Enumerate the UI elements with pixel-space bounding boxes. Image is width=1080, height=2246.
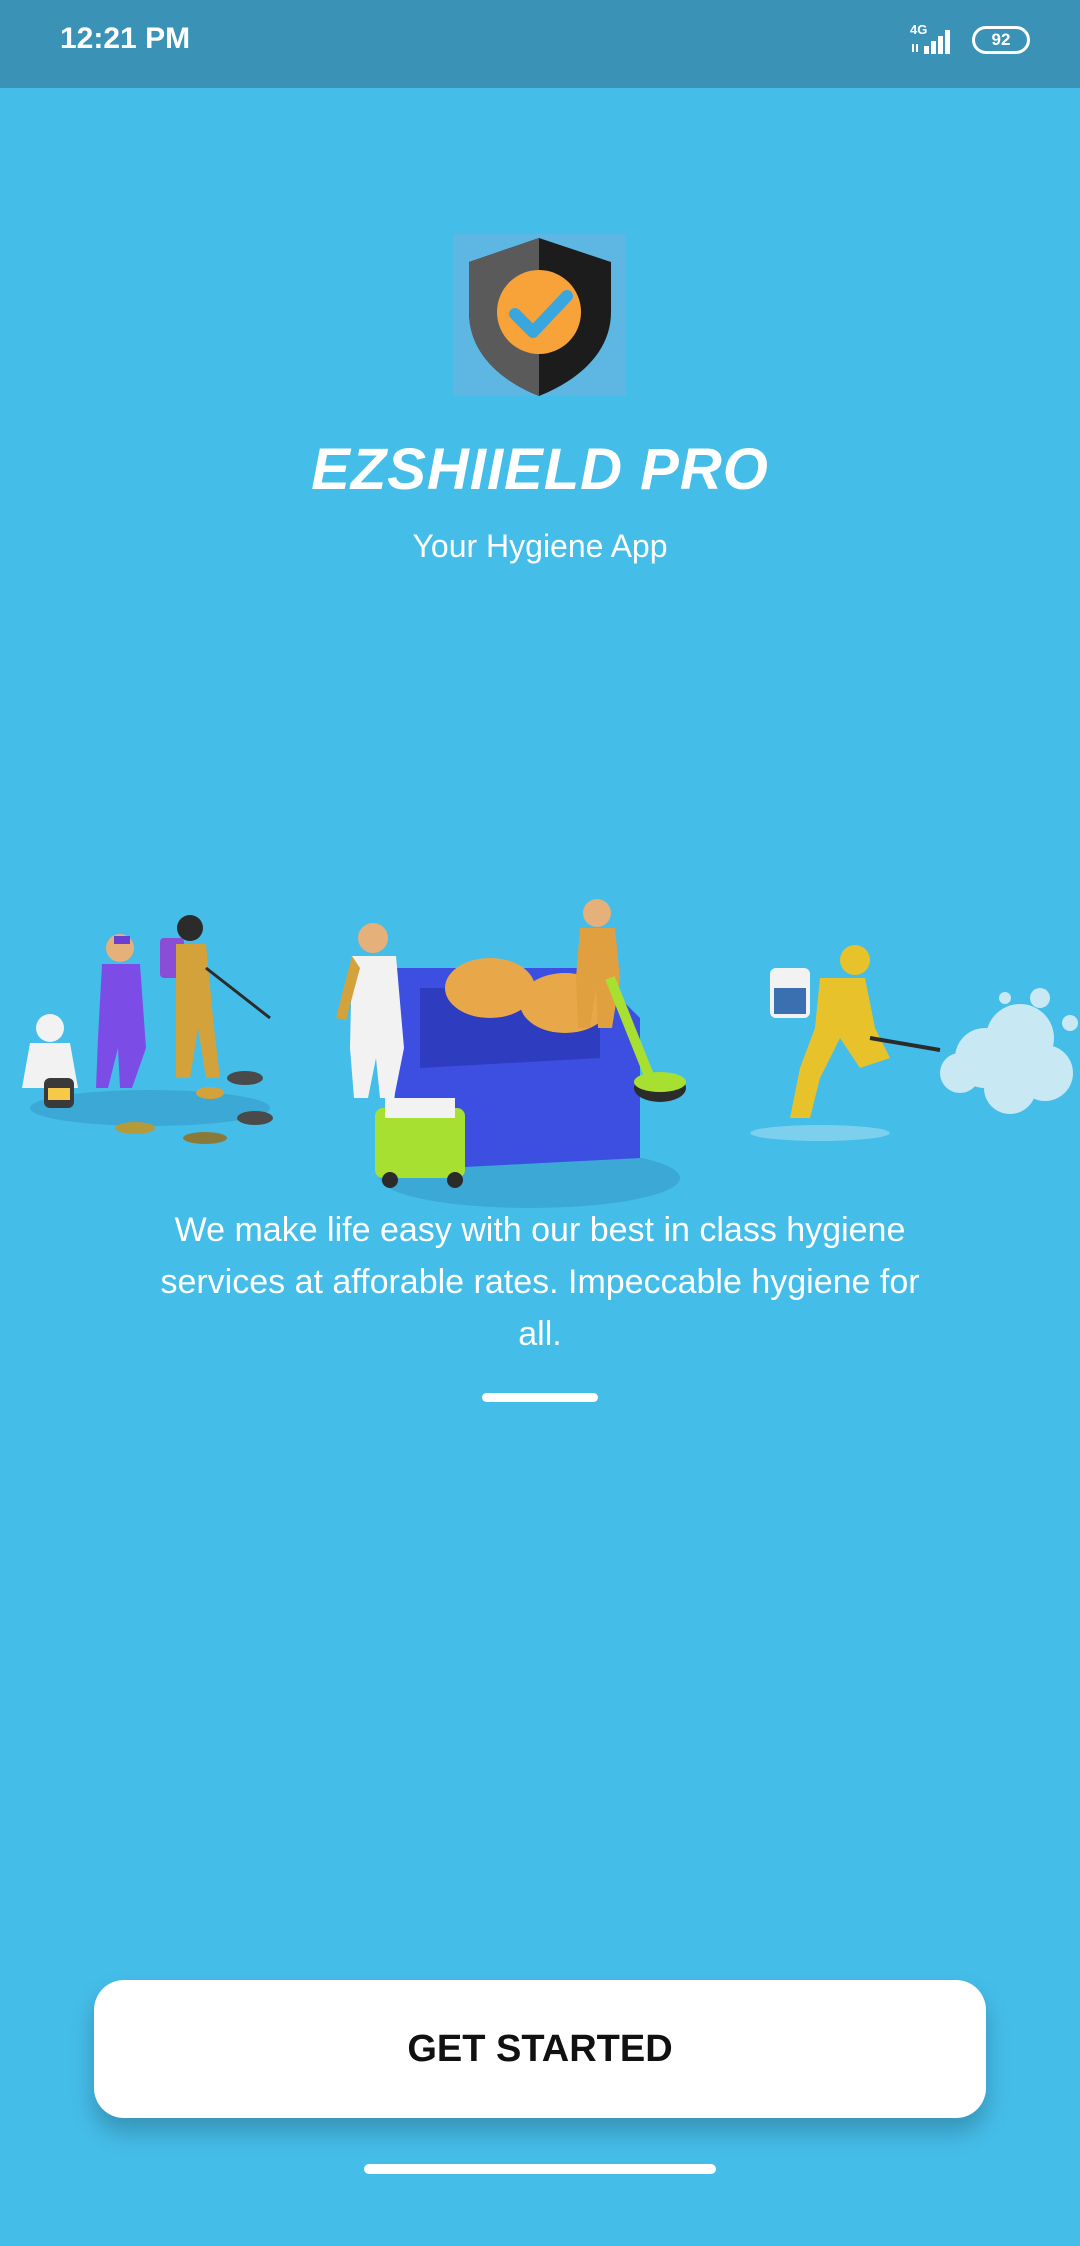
status-bar: 12:21 PM 4G 92 <box>0 0 1080 88</box>
app-subtitle: Your Hygiene App <box>412 528 668 564</box>
shield-check-icon <box>469 238 611 396</box>
status-time: 12:21 PM <box>60 22 191 55</box>
battery-level: 92 <box>991 30 1011 49</box>
app-title: EZSHIIELD PRO <box>311 437 769 502</box>
hygiene-services-illustration <box>22 899 1078 1208</box>
battery-indicator: 92 <box>972 26 1030 54</box>
status-indicators: 4G 92 <box>906 22 1030 56</box>
pest-control-team <box>22 915 273 1144</box>
get-started-button[interactable]: GET STARTED <box>94 1980 986 2118</box>
onboarding-screen: EZSHIIELD PRO Your Hygiene App We make l… <box>0 88 1080 2246</box>
signal-icon: 4G <box>906 22 958 56</box>
sanitizer-spray-scene <box>750 945 1078 1141</box>
app-logo <box>453 234 626 396</box>
onboarding-description: We make life easy with our best in class… <box>160 1211 920 1353</box>
home-indicator-bar[interactable] <box>364 2164 716 2174</box>
page-indicator <box>482 1393 598 1402</box>
sofa-cleaning-scene <box>336 899 686 1208</box>
